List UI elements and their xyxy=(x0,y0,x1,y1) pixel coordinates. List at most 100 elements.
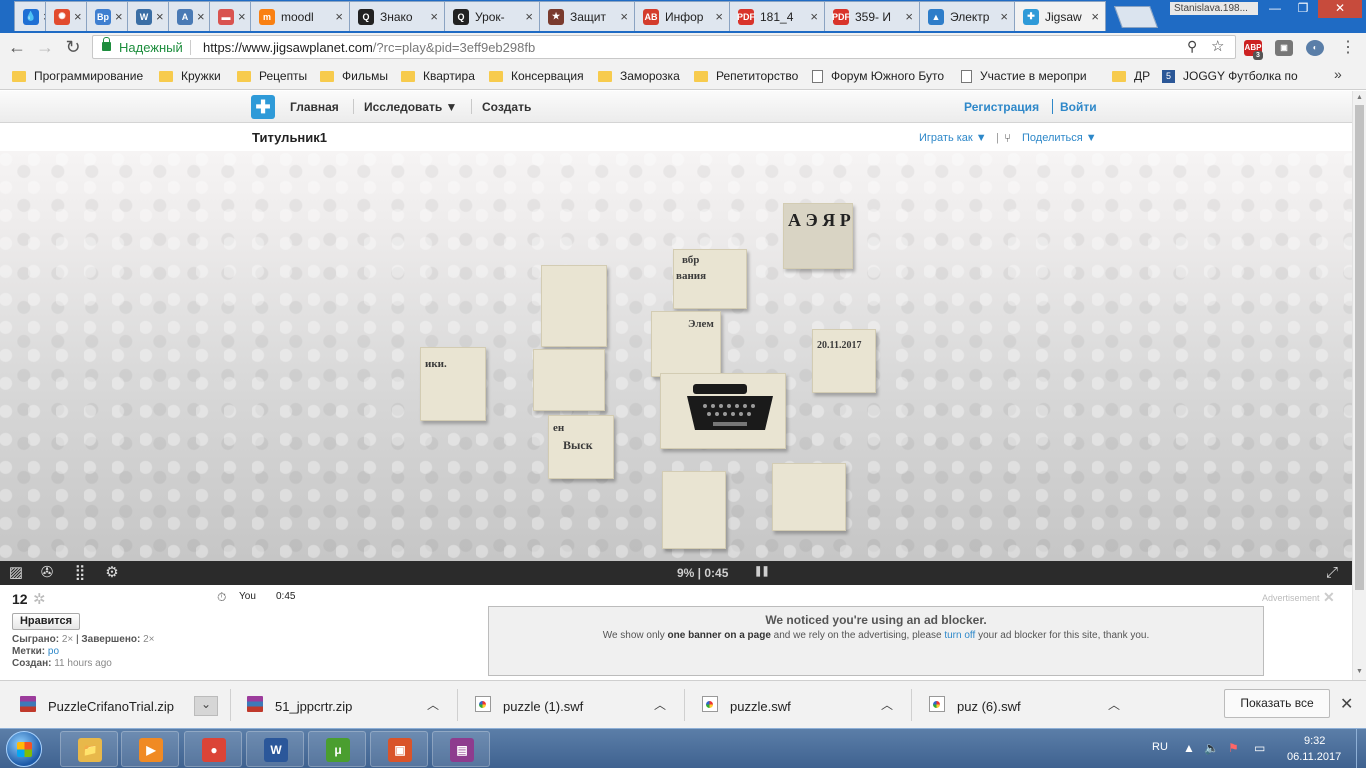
tab-znako[interactable]: Q Знако × xyxy=(349,1,445,31)
close-icon[interactable]: ✕ xyxy=(1323,589,1335,606)
bookmark-item[interactable]: Рецепты xyxy=(237,68,307,84)
action-center-icon[interactable]: ▭ xyxy=(1254,741,1265,755)
puzzle-piece[interactable] xyxy=(533,349,605,411)
nav-home-link[interactable]: Главная xyxy=(290,100,339,114)
network-warning-icon[interactable]: ⚑ xyxy=(1228,741,1239,755)
clock-time[interactable]: 9:32 xyxy=(1304,735,1325,747)
bookmark-item[interactable]: 5 JOGGY Футболка по xyxy=(1162,68,1302,84)
tab-close-icon[interactable]: × xyxy=(430,9,438,24)
language-indicator[interactable]: RU xyxy=(1152,741,1168,753)
bookmark-item[interactable]: Участие в меропри xyxy=(961,68,1096,84)
tab-zashit[interactable]: ★ Защит × xyxy=(539,1,635,31)
download-item[interactable]: 51_jppcrtr.zip ︿ xyxy=(247,681,447,729)
bookmark-item[interactable]: Репетиторство xyxy=(694,68,798,84)
tab-close-icon[interactable]: × xyxy=(156,9,164,24)
show-all-downloads-button[interactable]: Показать все xyxy=(1224,689,1330,718)
tab-w[interactable]: W × xyxy=(127,1,169,31)
tab-inform[interactable]: AB Инфор × xyxy=(634,1,730,31)
taskbar-chrome-button[interactable]: ● xyxy=(184,731,242,767)
settings-gear-icon[interactable]: ⚙ xyxy=(102,564,122,582)
search-icon[interactable]: ⚲ xyxy=(1187,38,1197,55)
clock-date[interactable]: 06.11.2017 xyxy=(1287,751,1341,763)
tab-close-icon[interactable]: × xyxy=(1000,9,1008,24)
tab-close-icon[interactable]: × xyxy=(525,9,533,24)
tab-close-icon[interactable]: × xyxy=(335,9,343,24)
tab-close-icon[interactable]: × xyxy=(810,9,818,24)
download-item[interactable]: puz (6).swf ︿ xyxy=(929,681,1129,729)
scrollbar-thumb[interactable] xyxy=(1355,105,1364,590)
pause-icon[interactable]: ❚❚ xyxy=(754,566,770,577)
download-item[interactable]: puzzle (1).swf ︿ xyxy=(475,681,675,729)
close-icon[interactable]: ✕ xyxy=(1340,694,1353,714)
scroll-up-arrow[interactable]: ▲ xyxy=(1356,94,1363,101)
nav-explore-dropdown[interactable]: Исследовать ▼ xyxy=(364,100,457,114)
taskbar-winrar-button[interactable]: ▤ xyxy=(432,731,490,767)
puzzle-piece[interactable]: 20.11.2017 xyxy=(812,329,876,393)
tab-close-icon[interactable]: × xyxy=(74,9,82,24)
puzzle-piece[interactable]: Элем xyxy=(651,311,721,377)
chevron-down-icon[interactable]: ⌄ xyxy=(194,696,218,716)
puzzle-board[interactable]: А Э Я Р 3 Ч вбр вания Элем 20.11.2017 ик… xyxy=(0,151,1352,561)
bookmark-item[interactable]: Программирование xyxy=(12,68,143,84)
download-item[interactable]: PuzzleCrifanoTrial.zip ⌄ xyxy=(20,681,220,729)
address-bar[interactable]: Надежный https://www.jigsawplanet.com/?r… xyxy=(92,35,1236,59)
tab-jigsaw[interactable]: ✚ Jigsaw × xyxy=(1014,1,1106,31)
puzzle-piece[interactable] xyxy=(662,471,726,549)
puzzle-piece[interactable]: вбр вания xyxy=(673,249,747,309)
bookmark-item[interactable]: Консервация xyxy=(489,68,584,84)
new-tab-button[interactable] xyxy=(1113,6,1159,28)
extension-globe-icon[interactable]: ◐ xyxy=(1306,40,1324,56)
back-button[interactable]: ← xyxy=(6,36,28,58)
bookmark-item[interactable]: Фильмы xyxy=(320,68,388,84)
like-button[interactable]: Нравится xyxy=(12,613,80,630)
tab-a[interactable]: A × xyxy=(168,1,210,31)
tab-pdf-181[interactable]: PDF 181_4 × xyxy=(729,1,825,31)
tab-red[interactable]: ✺ × xyxy=(45,1,87,31)
forward-button[interactable]: → xyxy=(34,36,56,58)
puzzle-piece[interactable] xyxy=(772,463,846,531)
image-preview-icon[interactable]: ▨ xyxy=(6,564,26,582)
login-link[interactable]: Войти xyxy=(1060,100,1097,114)
chevron-up-icon[interactable]: ︿ xyxy=(875,696,899,716)
volume-icon[interactable]: 🔈 xyxy=(1204,741,1219,755)
maximize-button[interactable]: ❐ xyxy=(1290,0,1316,18)
tab-water[interactable]: 💧× xyxy=(14,1,46,31)
chevron-up-icon[interactable]: ︿ xyxy=(421,696,445,716)
turn-off-link[interactable]: turn off xyxy=(944,630,975,641)
share-dropdown[interactable]: Поделиться ▼ xyxy=(1022,132,1097,144)
tab-urok[interactable]: Q Урок- × xyxy=(444,1,540,31)
profile-button[interactable]: Stanislava.198... xyxy=(1170,2,1258,15)
tab-close-icon[interactable]: × xyxy=(1091,9,1099,24)
bookmark-item[interactable]: Форум Южного Буто xyxy=(812,68,947,84)
minimize-button[interactable]: — xyxy=(1262,0,1288,18)
bookmark-item[interactable]: Заморозка xyxy=(598,68,680,84)
url-text[interactable]: https://www.jigsawplanet.com/?rc=play&pi… xyxy=(203,40,535,55)
bookmarks-overflow-button[interactable]: » xyxy=(1334,66,1342,82)
bookmark-item[interactable]: Кружки xyxy=(159,68,221,84)
tab-close-icon[interactable]: × xyxy=(715,9,723,24)
puzzle-piece[interactable] xyxy=(660,373,786,449)
window-close-button[interactable]: ✕ xyxy=(1318,0,1362,18)
start-button[interactable] xyxy=(6,731,42,767)
taskbar-app-button[interactable]: ▣ xyxy=(370,731,428,767)
tag-link[interactable]: po xyxy=(48,646,59,657)
puzzle-piece[interactable] xyxy=(541,265,607,347)
taskbar-media-button[interactable]: ▶ xyxy=(121,731,179,767)
scroll-down-arrow[interactable]: ▼ xyxy=(1356,668,1363,675)
ghost-icon[interactable]: ✇ xyxy=(37,564,57,582)
extension-icon[interactable]: ▣ xyxy=(1275,40,1293,56)
show-desktop-button[interactable] xyxy=(1356,729,1366,768)
nav-create-link[interactable]: Создать xyxy=(482,100,531,114)
taskbar-explorer-button[interactable]: 📁 xyxy=(60,731,118,767)
download-item[interactable]: puzzle.swf ︿ xyxy=(702,681,902,729)
tab-pdf-359[interactable]: PDF 359- И × xyxy=(824,1,920,31)
puzzle-piece[interactable]: ики. xyxy=(420,347,486,421)
menu-icon[interactable]: ⋮ xyxy=(1340,37,1356,57)
bookmark-star-icon[interactable]: ☆ xyxy=(1211,37,1224,55)
tab-moodle[interactable]: m moodl × xyxy=(250,1,350,31)
chevron-up-icon[interactable]: ︿ xyxy=(1102,696,1126,716)
play-as-dropdown[interactable]: Играть как ▼ xyxy=(919,132,987,144)
tab-bp[interactable]: Bp × xyxy=(86,1,128,31)
site-logo[interactable]: ✚ xyxy=(251,95,275,119)
bookmark-item[interactable]: ДР xyxy=(1112,68,1150,84)
